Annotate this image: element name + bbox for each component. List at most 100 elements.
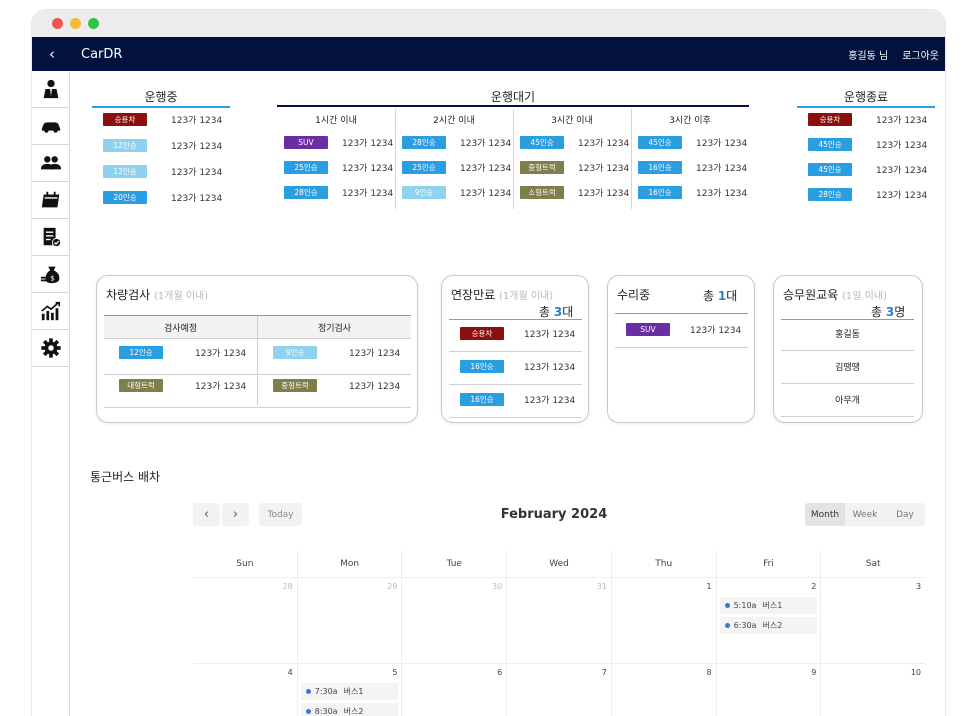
minimize-dot[interactable] — [70, 18, 81, 29]
calendar-day-cell[interactable]: 1 — [610, 578, 716, 663]
vehicle-row[interactable]: 중형트럭 123가 1234 — [273, 379, 400, 392]
view-day-button[interactable]: Day — [885, 503, 925, 526]
chevron-left-icon[interactable]: ‹ — [32, 45, 72, 63]
sidebar-item-users[interactable] — [32, 145, 69, 182]
list-divider — [449, 351, 582, 352]
weekday-label: Fri — [715, 550, 821, 577]
view-week-button[interactable]: Week — [845, 503, 885, 526]
vehicle-row[interactable]: 승용차 123가 1234 — [460, 327, 575, 340]
calendar-prev-button[interactable]: ‹ — [193, 503, 220, 526]
plate-number: 123가 1234 — [876, 191, 928, 201]
calendar-event[interactable]: 7:30a 버스1 — [300, 683, 399, 700]
browser-window: ‹ CarDR 홍길동 님 로그아웃 $ 운행중 승용차 123가 1234 1… — [32, 10, 945, 716]
sidebar-item-checklist[interactable] — [32, 219, 69, 256]
calendar-day-cell[interactable]: 6 — [401, 664, 506, 716]
vehicle-row[interactable]: 12인승 123가 1234 — [103, 139, 222, 152]
vehicle-row[interactable]: 대형트럭 123가 1234 — [119, 379, 246, 392]
calendar-event[interactable]: 6:30a 버스2 — [719, 617, 818, 634]
sidebar-item-driver[interactable] — [32, 71, 69, 108]
trainee-name[interactable]: 아무개 — [781, 393, 914, 406]
inspection-col-scheduled: 검사예정 — [104, 316, 258, 338]
vehicle-type-badge: 28인승 — [808, 188, 852, 201]
vehicle-row[interactable]: 28인승 123가 1234 — [402, 136, 511, 149]
car-icon — [41, 122, 60, 133]
top-bar: ‹ CarDR 홍길동 님 로그아웃 — [32, 37, 945, 71]
vehicle-row[interactable]: 16인승 123가 1234 — [638, 161, 747, 174]
sidebar-item-settings[interactable] — [32, 330, 69, 367]
vehicle-row[interactable]: 승용차 123가 1234 — [103, 113, 222, 126]
trainee-name[interactable]: 김땡땡 — [781, 360, 914, 373]
calendar-weekday-header: Sun Mon Tue Wed Thu Fri Sat — [193, 550, 925, 578]
calendar-day-cell[interactable]: 2 5:10a 버스1 6:30a 버스2 — [715, 578, 821, 663]
vehicle-row[interactable]: SUV 123가 1234 — [284, 136, 393, 149]
calendar-day-cell[interactable]: 10 — [820, 664, 925, 716]
sidebar-item-chart[interactable] — [32, 293, 69, 330]
calendar-day-cell[interactable]: 7 — [506, 664, 611, 716]
extension-sub: (1개월 이내) — [499, 291, 554, 302]
maximize-dot[interactable] — [88, 18, 99, 29]
calendar-day-cell[interactable]: 8 — [610, 664, 716, 716]
sidebar-item-money[interactable]: $ — [32, 256, 69, 293]
plate-number: 123가 1234 — [696, 189, 748, 199]
calendar-day-cell[interactable]: 29 — [296, 578, 402, 663]
vehicle-row[interactable]: 16인승 123가 1234 — [460, 360, 575, 373]
event-dot-icon — [724, 603, 730, 608]
plate-number: 123가 1234 — [460, 164, 512, 174]
vehicle-row[interactable]: 45인승 123가 1234 — [808, 138, 927, 151]
vehicle-row[interactable]: 45인승 123가 1234 — [520, 136, 629, 149]
plate-number: 123가 1234 — [876, 141, 928, 151]
close-dot[interactable] — [52, 18, 63, 29]
training-title: 승무원교육 — [783, 288, 839, 302]
calendar-next-button[interactable]: › — [222, 503, 249, 526]
vehicle-row[interactable]: 12인승 123가 1234 — [119, 346, 246, 359]
vehicle-row[interactable]: 12인승 123가 1234 — [103, 165, 222, 178]
calendar-event[interactable]: 8:30a 버스2 — [300, 703, 399, 716]
calendar-day-cell[interactable]: 4 — [193, 664, 297, 716]
vehicle-row[interactable]: 20인승 123가 1234 — [103, 191, 222, 204]
vehicle-type-badge: SUV — [284, 136, 328, 149]
day-number: 2 — [811, 582, 817, 591]
vehicle-row[interactable]: 16인승 123가 1234 — [460, 393, 575, 406]
vehicle-row[interactable]: 25인승 123가 1234 — [402, 161, 511, 174]
vehicle-row[interactable]: 중형트럭 123가 1234 — [520, 161, 629, 174]
view-month-button[interactable]: Month — [805, 503, 845, 526]
trainee-name[interactable]: 홍길동 — [781, 327, 914, 340]
app-title: CarDR — [81, 46, 123, 62]
vehicle-row[interactable]: 45인승 123가 1234 — [808, 163, 927, 176]
sidebar-item-calendar[interactable] — [32, 182, 69, 219]
vehicle-type-badge: 대형트럭 — [119, 379, 163, 392]
finished-title: 운행종료 — [843, 90, 889, 104]
logout-button[interactable]: 로그아웃 — [902, 47, 939, 62]
vehicle-type-badge: 승용차 — [808, 113, 852, 126]
vehicle-row[interactable]: 45인승 123가 1234 — [638, 136, 747, 149]
calendar-day-cell[interactable]: 28 — [193, 578, 297, 663]
calendar-day-cell[interactable]: 30 — [401, 578, 506, 663]
calendar-day-cell[interactable]: 31 — [506, 578, 611, 663]
calendar-today-button[interactable]: Today — [259, 503, 302, 526]
repair-title: 수리중 — [617, 288, 651, 302]
day-number: 1 — [706, 582, 712, 591]
calendar-day-cell[interactable]: 3 — [820, 578, 925, 663]
table-row-divider — [104, 374, 411, 375]
vehicle-row[interactable]: 9인승 123가 1234 — [402, 186, 511, 199]
vehicle-row[interactable]: 승용차 123가 1234 — [808, 113, 927, 126]
sidebar-item-car[interactable] — [32, 108, 69, 145]
vehicle-row[interactable]: 28인승 123가 1234 — [284, 186, 393, 199]
vehicle-row[interactable]: 16인승 123가 1234 — [638, 186, 747, 199]
calendar-day-cell[interactable]: 5 7:30a 버스1 8:30a 버스2 — [296, 664, 402, 716]
calendar-title: February 2024 — [500, 507, 608, 522]
calendar-event[interactable]: 5:10a 버스1 — [719, 597, 818, 614]
day-number: 28 — [282, 582, 293, 591]
vehicle-row[interactable]: 25인승 123가 1234 — [284, 161, 393, 174]
vehicle-row[interactable]: SUV 123가 1234 — [626, 323, 741, 336]
plate-number: 123가 1234 — [342, 164, 394, 174]
vehicle-row[interactable]: 소형트럭 123가 1234 — [520, 186, 629, 199]
list-divider — [449, 417, 582, 418]
vehicle-type-badge: 9인승 — [273, 346, 317, 359]
checklist-icon — [43, 227, 61, 248]
vehicle-row[interactable]: 28인승 123가 1234 — [808, 188, 927, 201]
day-number: 6 — [497, 668, 503, 677]
calendar-day-cell[interactable]: 9 — [715, 664, 821, 716]
vehicle-row[interactable]: 9인승 123가 1234 — [273, 346, 400, 359]
running-underline — [92, 106, 230, 108]
